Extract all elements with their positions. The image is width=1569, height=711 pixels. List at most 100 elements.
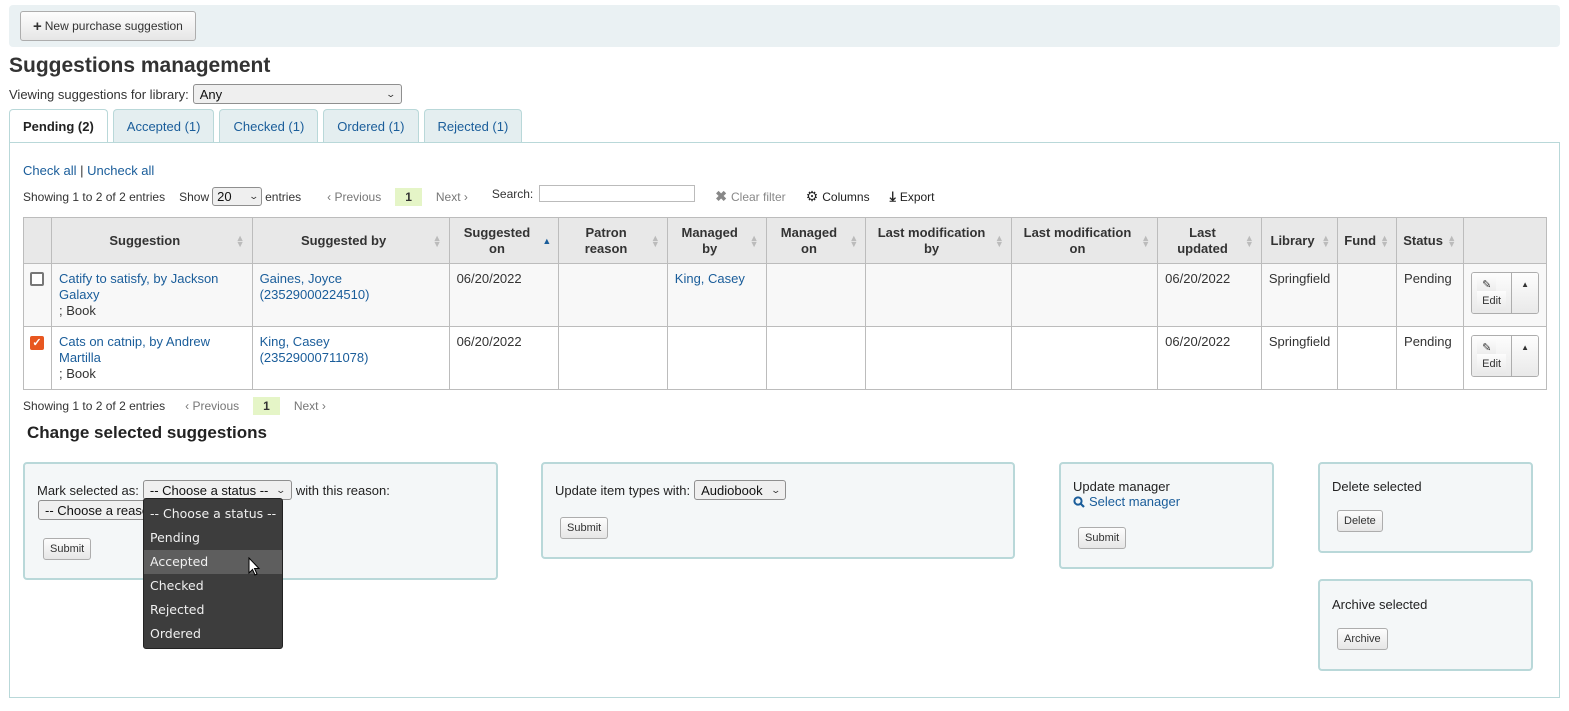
delete-button[interactable]: Delete: [1337, 510, 1383, 532]
suggested-by-cell: King, Casey (23529000711078): [251, 326, 450, 390]
edit-button-group: ✎ Edit ▲: [1471, 335, 1539, 377]
column-header[interactable]: Suggested by ▲ ▼: [251, 217, 450, 264]
suggestions-table: Suggestion ▲ ▼ Suggested by ▲ ▼ Suggested on…: [23, 217, 1547, 390]
last-mod-by-cell: [865, 326, 1012, 390]
library-select[interactable]: Any ⌄: [192, 84, 402, 104]
status-option[interactable]: Pending: [144, 526, 282, 550]
status-option[interactable]: Rejected: [144, 598, 282, 622]
status-option[interactable]: Checked: [144, 574, 282, 598]
suggestion-link[interactable]: Cats on catnip, by Andrew Martilla: [59, 334, 210, 365]
change-selected-heading: Change selected suggestions: [27, 423, 267, 442]
edit-button[interactable]: ✎ Edit: [1472, 336, 1512, 376]
patron-link[interactable]: Gaines, Joyce (23529000224510): [260, 271, 370, 302]
sort-icon: ▲ ▼: [1321, 232, 1331, 249]
download-icon: ⤓: [889, 188, 896, 204]
column-header[interactable]: Suggestion ▲ ▼: [50, 217, 253, 264]
managed-by-cell: [666, 326, 767, 390]
item-types-submit-button[interactable]: Submit: [560, 517, 609, 539]
chevron-down-icon: ⌄: [385, 88, 397, 99]
row-checkbox-checked[interactable]: ✓: [30, 336, 44, 350]
patron-link[interactable]: King, Casey (23529000711078): [260, 334, 369, 365]
tab-checked[interactable]: Checked (1): [219, 109, 319, 142]
table-row: ✓ Cats on catnip, by Andrew Martilla; Bo…: [23, 326, 1547, 390]
previous-page-button[interactable]: ‹ Previous: [327, 190, 381, 204]
suggestion-link[interactable]: Catify to satisfy, by Jackson Galaxy: [59, 271, 218, 302]
tab-pending[interactable]: Pending (2): [9, 109, 108, 143]
actions-cell: ✎ Edit ▲: [1463, 326, 1547, 390]
next-page-button[interactable]: Next ›: [294, 399, 326, 413]
column-header[interactable]: Patron reason ▲ ▼: [558, 217, 668, 264]
status-cell: Pending: [1396, 263, 1465, 327]
column-header[interactable]: Managed by ▲ ▼: [666, 217, 767, 264]
manager-submit-button[interactable]: Submit: [1078, 527, 1127, 549]
separator: |: [80, 163, 84, 178]
edit-button-group: ✎ Edit ▲: [1471, 272, 1539, 314]
caret-up-icon[interactable]: ▲: [1511, 336, 1538, 376]
close-icon: ✖: [715, 188, 727, 204]
column-header[interactable]: Managed on ▲ ▼: [765, 217, 867, 264]
last-updated-cell: 06/20/2022: [1157, 263, 1262, 327]
suggested-on-cell: 06/20/2022: [448, 326, 560, 390]
page-size-select[interactable]: 20 ⌄: [212, 187, 263, 206]
current-page-button[interactable]: 1: [253, 397, 280, 415]
column-header[interactable]: Library ▲ ▼: [1260, 217, 1339, 264]
manager-link[interactable]: King, Casey: [675, 271, 745, 286]
table-info-bottom: Showing 1 to 2 of 2 entries: [23, 399, 166, 413]
update-manager-label: Update manager: [1073, 479, 1170, 494]
edit-button[interactable]: ✎ Edit: [1472, 273, 1512, 313]
item-type-select[interactable]: Audiobook ⌄: [694, 480, 787, 500]
chevron-down-icon: ⌄: [248, 191, 259, 201]
status-option[interactable]: Ordered: [144, 622, 282, 646]
column-header[interactable]: Last updated ▲ ▼: [1157, 217, 1262, 264]
page-title: Suggestions management: [9, 54, 271, 77]
mark-submit-button[interactable]: Submit: [43, 538, 92, 560]
search-icon: [1073, 495, 1085, 508]
next-page-button[interactable]: Next ›: [436, 190, 468, 204]
column-header[interactable]: Fund ▲ ▼: [1337, 217, 1398, 264]
suggested-on-cell: 06/20/2022: [448, 263, 560, 327]
last-mod-on-cell: [1010, 263, 1159, 327]
reason-label: with this reason:: [295, 482, 390, 498]
pager-bottom: ‹ Previous 1 Next ›: [185, 397, 326, 415]
actions-cell: ✎ Edit ▲: [1463, 263, 1547, 327]
delete-selected-box: Delete selected Delete: [1318, 462, 1533, 553]
column-header[interactable]: Last modification on ▲ ▼: [1010, 217, 1159, 264]
row-select-cell: [23, 263, 52, 327]
tab-accepted[interactable]: Accepted (1): [112, 109, 215, 142]
search-input[interactable]: [539, 185, 696, 202]
sort-icon: ▲ ▼: [1380, 232, 1390, 249]
actions-column-header: [1463, 217, 1547, 264]
mark-selected-label: Mark selected as:: [37, 482, 139, 498]
status-tabs: Pending (2) Accepted (1) Checked (1) Ord…: [9, 109, 523, 143]
column-header[interactable]: Suggested on ▲: [448, 217, 560, 264]
column-header[interactable]: Status ▲ ▼: [1396, 217, 1465, 264]
tab-rejected[interactable]: Rejected (1): [423, 109, 523, 142]
clear-filter-button[interactable]: ✖ Clear filter: [715, 188, 785, 205]
uncheck-all-link[interactable]: Uncheck all: [87, 163, 154, 178]
export-button[interactable]: ⤓ Export: [890, 188, 935, 205]
current-page-button[interactable]: 1: [395, 187, 422, 206]
status-option[interactable]: -- Choose a status --: [144, 502, 282, 526]
fund-cell: [1337, 326, 1398, 390]
delete-selected-label: Delete selected: [1332, 479, 1422, 494]
last-mod-by-cell: [865, 263, 1012, 327]
pager-top: ‹ Previous 1 Next ›: [327, 187, 468, 206]
new-purchase-suggestion-button[interactable]: + New purchase suggestion: [20, 11, 196, 41]
chevron-down-icon: ⌄: [275, 484, 287, 495]
table-row: Catify to satisfy, by Jackson Galaxy; Bo…: [23, 263, 1547, 327]
status-select[interactable]: -- Choose a status -- ⌄: [142, 480, 292, 500]
chevron-down-icon: ⌄: [770, 484, 781, 495]
search-label: Search:: [491, 186, 534, 201]
mouse-cursor-icon: [248, 557, 261, 576]
archive-button[interactable]: Archive: [1337, 628, 1388, 650]
select-manager-link[interactable]: Select manager: [1073, 494, 1180, 509]
check-all-link[interactable]: Check all: [23, 163, 76, 178]
columns-button[interactable]: ⚙ Columns: [806, 188, 870, 205]
sort-ascending-icon: ▲: [542, 235, 552, 246]
sort-icon: ▲ ▼: [432, 232, 442, 249]
column-header[interactable]: Last modification by ▲ ▼: [865, 217, 1012, 264]
previous-page-button[interactable]: ‹ Previous: [185, 399, 239, 413]
row-checkbox[interactable]: [30, 272, 44, 286]
caret-up-icon[interactable]: ▲: [1511, 273, 1538, 313]
tab-ordered[interactable]: Ordered (1): [323, 109, 419, 142]
